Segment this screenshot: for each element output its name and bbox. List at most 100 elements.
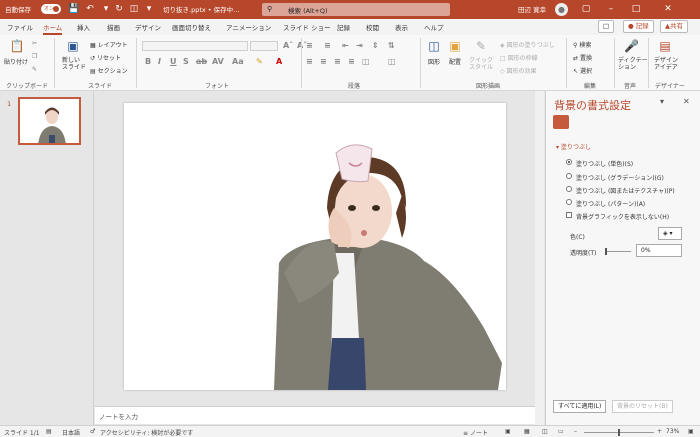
normal-view-icon[interactable]: ▣	[505, 428, 511, 435]
bold-icon[interactable]: B	[145, 57, 151, 66]
shapes-label[interactable]: 図形	[428, 57, 440, 66]
line-spacing-icon[interactable]: ⇕	[372, 41, 379, 50]
option-pattern-fill[interactable]: 塗りつぶし (パターン)(A)	[576, 199, 645, 208]
autosave-toggle[interactable]: オン	[41, 4, 61, 14]
paste-label[interactable]: 貼り付け	[4, 57, 28, 66]
pane-options-icon[interactable]: ▾	[660, 97, 664, 106]
accessibility-icon[interactable]: ♂	[90, 428, 95, 435]
columns-icon[interactable]: ◫	[362, 57, 370, 66]
accessibility-status[interactable]: アクセシビリティ: 検討が必要です	[100, 428, 193, 437]
save-icon[interactable]: 💾	[68, 3, 80, 15]
slide-thumbnail[interactable]	[18, 97, 81, 145]
transparency-input[interactable]: 0%	[636, 244, 682, 257]
quick-style-icon[interactable]: ✎	[472, 39, 490, 53]
arrange-icon[interactable]: ▣	[447, 39, 463, 53]
reset-button[interactable]: ↺ リセット	[90, 53, 121, 62]
strikethrough-icon[interactable]: ab	[196, 57, 207, 66]
pane-close-icon[interactable]: ✕	[683, 97, 690, 106]
numbering-icon[interactable]: ≡	[324, 41, 331, 50]
select-button[interactable]: ↖ 選択	[573, 66, 592, 75]
notes-area[interactable]: ノートを入力	[95, 406, 535, 424]
microphone-icon[interactable]: 🎤	[624, 39, 639, 53]
option-solid-fill[interactable]: 塗りつぶし (単色)(S)	[576, 159, 633, 168]
radio-picture-fill[interactable]	[566, 186, 572, 192]
search-box[interactable]: ⚲ 検索 (Alt+Q)	[262, 3, 450, 16]
slide-scrollbar[interactable]	[535, 91, 544, 425]
tab-insert[interactable]: 挿入	[77, 22, 90, 32]
design-ideas-label[interactable]: デザイン アイデア	[654, 57, 678, 71]
slide-image[interactable]	[124, 103, 506, 390]
user-name[interactable]: 田辺 寛幸	[518, 4, 546, 14]
reset-background-button[interactable]: 背景のリセット(B)	[612, 400, 673, 413]
tab-view[interactable]: 表示	[395, 22, 408, 32]
zoom-out-icon[interactable]: –	[574, 428, 577, 435]
notes-button[interactable]: ≡ ノート	[463, 428, 488, 437]
tab-home[interactable]: ホーム	[43, 22, 63, 35]
maximize-icon[interactable]: □	[628, 1, 644, 17]
zoom-level[interactable]: 73%	[666, 428, 679, 435]
dictate-label[interactable]: ディクテー ション	[618, 57, 648, 71]
grow-font-icon[interactable]: Aˆ	[283, 41, 293, 50]
apply-all-button[interactable]: すべてに適用(L)	[553, 400, 607, 413]
font-color-icon[interactable]: A	[276, 57, 282, 66]
shape-effect-button[interactable]: ◇ 図形の効果	[500, 66, 537, 75]
tab-slideshow[interactable]: スライド ショー	[283, 22, 331, 32]
paste-icon[interactable]: 📋	[8, 39, 26, 53]
indent-decrease-icon[interactable]: ⇤	[342, 41, 349, 50]
shape-outline-button[interactable]: □ 図形の枠線	[500, 53, 538, 62]
user-avatar[interactable]: ●	[555, 3, 568, 16]
spacing-icon[interactable]: AV	[212, 57, 224, 66]
document-title[interactable]: 切り抜き.pptx • 保存中...	[163, 4, 239, 14]
slide-sorter-icon[interactable]: ▦	[524, 428, 530, 435]
ribbon-options-icon[interactable]: ▢	[578, 1, 594, 17]
smartart-icon[interactable]: ◫	[388, 57, 396, 66]
italic-icon[interactable]: I	[158, 57, 161, 66]
hide-graphics-label[interactable]: 背景グラフィックを表示しない(H)	[576, 212, 669, 221]
shape-fill-button[interactable]: ◈ 図形の塗りつぶし	[500, 40, 555, 49]
layout-button[interactable]: ▦ レイアウト	[90, 40, 128, 49]
new-slide-icon[interactable]: ▣	[64, 39, 82, 53]
underline-icon[interactable]: U	[170, 57, 177, 66]
find-button[interactable]: ⚲ 検索	[573, 40, 591, 49]
cut-icon[interactable]: ✂	[32, 40, 37, 47]
section-button[interactable]: ▤ セクション	[90, 66, 128, 75]
color-picker-button[interactable]: ◈ ▾	[658, 227, 682, 240]
minimize-icon[interactable]: –	[603, 1, 619, 17]
font-name-combo[interactable]	[142, 41, 248, 51]
shapes-icon[interactable]: ◫	[426, 39, 442, 53]
font-size-combo[interactable]	[250, 41, 278, 51]
radio-pattern-fill[interactable]	[566, 199, 572, 205]
dropdown-icon[interactable]: ▾	[100, 3, 112, 15]
text-direction-icon[interactable]: ⇅	[388, 41, 395, 50]
fit-slide-icon[interactable]: ▣	[688, 428, 694, 435]
tab-animations[interactable]: アニメーション	[226, 22, 271, 32]
tab-design[interactable]: デザイン	[135, 22, 161, 32]
zoom-slider-thumb[interactable]	[618, 429, 620, 436]
fill-tab-icon[interactable]	[553, 115, 569, 129]
align-center-icon[interactable]: ≡	[320, 57, 327, 66]
undo-icon[interactable]: ↶	[84, 3, 96, 15]
arrange-label[interactable]: 配置	[449, 57, 461, 66]
close-icon[interactable]: ✕	[660, 1, 676, 17]
spellcheck-icon[interactable]: ▤	[46, 428, 52, 435]
reading-view-icon[interactable]: ◫	[542, 428, 548, 435]
tab-record[interactable]: 記録	[337, 22, 350, 32]
transparency-slider[interactable]	[606, 251, 631, 252]
record-button[interactable]: ● 記録	[623, 20, 654, 33]
fill-section-header[interactable]: ▾ 塗りつぶし	[556, 142, 591, 151]
replace-button[interactable]: ⇄ 置換	[573, 53, 592, 62]
align-right-icon[interactable]: ≡	[334, 57, 341, 66]
justify-icon[interactable]: ≡	[348, 57, 355, 66]
design-ideas-icon[interactable]: ▤	[657, 39, 673, 53]
option-gradient-fill[interactable]: 塗りつぶし (グラデーション)(G)	[576, 173, 664, 182]
share-button[interactable]: ▲共有	[660, 20, 688, 33]
zoom-in-icon[interactable]: +	[657, 428, 662, 435]
format-painter-icon[interactable]: ✎	[32, 66, 37, 73]
slideshow-view-icon[interactable]: ▭	[558, 428, 564, 435]
highlight-icon[interactable]: ✎	[256, 57, 263, 66]
tab-transitions[interactable]: 画面切り替え	[172, 22, 211, 32]
radio-gradient-fill[interactable]	[566, 173, 572, 179]
radio-solid-fill[interactable]	[566, 159, 572, 165]
tab-review[interactable]: 校閲	[366, 22, 379, 32]
shadow-icon[interactable]: S	[183, 57, 189, 66]
